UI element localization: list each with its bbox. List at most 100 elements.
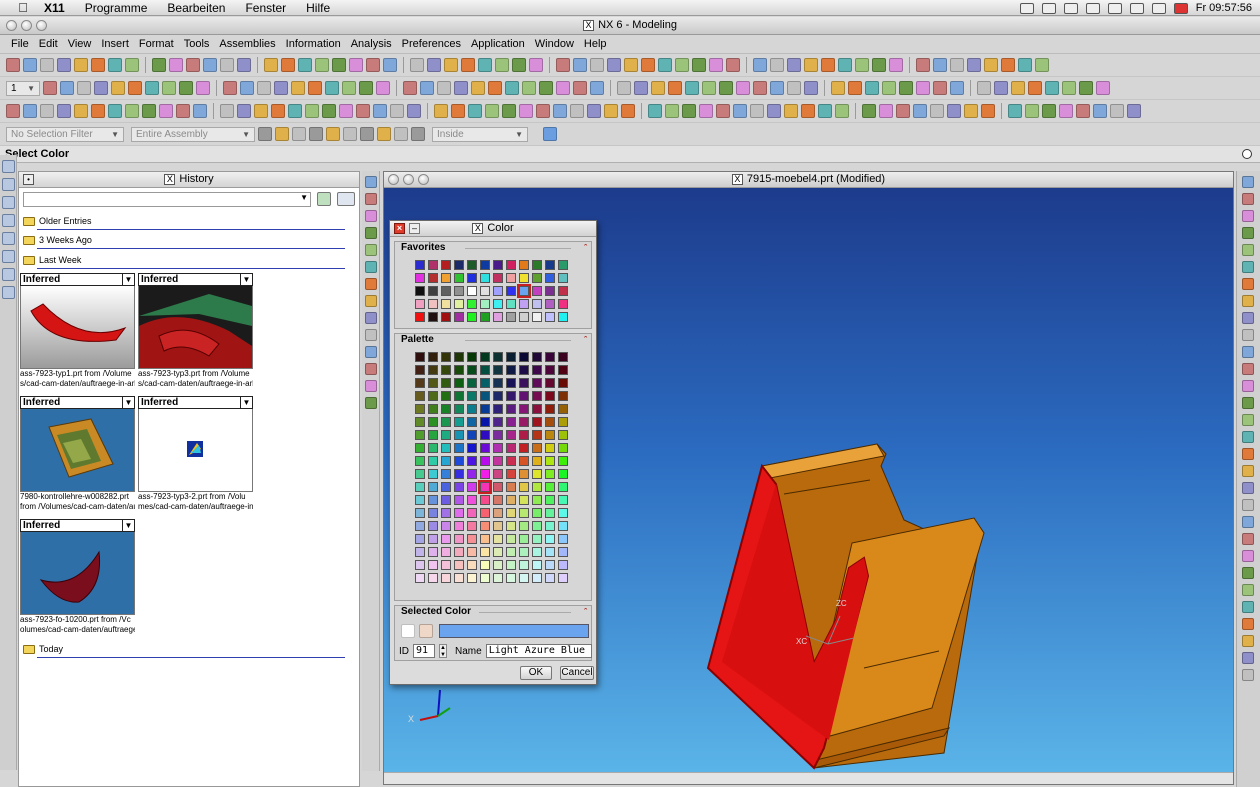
zoom-window-button[interactable] bbox=[36, 20, 47, 31]
favorite-color-swatch[interactable] bbox=[415, 273, 425, 283]
toolbar-button-icon[interactable] bbox=[1127, 104, 1141, 118]
toolbar-button-icon[interactable] bbox=[512, 58, 526, 72]
toolbar-button-icon[interactable] bbox=[186, 58, 200, 72]
palette-color-swatch[interactable] bbox=[519, 456, 529, 466]
toolbar-button-icon[interactable] bbox=[376, 81, 390, 95]
palette-color-swatch[interactable] bbox=[545, 352, 555, 362]
close-graphics-button[interactable] bbox=[388, 174, 399, 185]
toolbar-button-icon[interactable] bbox=[57, 58, 71, 72]
menu-information[interactable]: Information bbox=[281, 38, 346, 50]
palette-color-swatch[interactable] bbox=[480, 495, 490, 505]
toolbar-button-icon[interactable] bbox=[288, 104, 302, 118]
palette-color-swatch[interactable] bbox=[493, 430, 503, 440]
toolbar-button-icon[interactable] bbox=[753, 81, 767, 95]
palette-color-swatch[interactable] bbox=[454, 365, 464, 375]
toolbar-button-icon[interactable] bbox=[1096, 81, 1110, 95]
palette-color-swatch[interactable] bbox=[415, 404, 425, 414]
toolbar-button-icon[interactable] bbox=[74, 58, 88, 72]
toolbar-button-icon[interactable] bbox=[896, 104, 910, 118]
palette-color-swatch[interactable] bbox=[480, 443, 490, 453]
palette-color-swatch[interactable] bbox=[415, 417, 425, 427]
favorite-color-swatch[interactable] bbox=[506, 312, 516, 322]
toolbar-button-icon[interactable] bbox=[587, 104, 601, 118]
toolbar-button-icon[interactable] bbox=[349, 58, 363, 72]
history-item[interactable]: Inferred ▼ ass-7923-fo-10200.prt from /Vc… bbox=[20, 519, 135, 635]
palette-color-swatch[interactable] bbox=[519, 365, 529, 375]
palette-color-swatch[interactable] bbox=[545, 521, 555, 531]
palette-color-swatch[interactable] bbox=[480, 560, 490, 570]
palette-color-swatch[interactable] bbox=[506, 534, 516, 544]
palette-color-swatch[interactable] bbox=[493, 508, 503, 518]
vertical-tool-icon[interactable] bbox=[1242, 329, 1254, 341]
vertical-tool-icon[interactable] bbox=[1242, 448, 1254, 460]
palette-color-swatch[interactable] bbox=[454, 378, 464, 388]
vertical-tool-icon[interactable] bbox=[1242, 516, 1254, 528]
palette-color-swatch[interactable] bbox=[545, 443, 555, 453]
toolbar-button-icon[interactable] bbox=[434, 104, 448, 118]
palette-color-swatch[interactable] bbox=[441, 378, 451, 388]
toolbar-button-icon[interactable] bbox=[977, 81, 991, 95]
vertical-tool-icon[interactable] bbox=[1242, 652, 1254, 664]
palette-color-swatch[interactable] bbox=[506, 378, 516, 388]
close-window-button[interactable] bbox=[6, 20, 17, 31]
palette-color-swatch[interactable] bbox=[506, 469, 516, 479]
palette-color-swatch[interactable] bbox=[545, 547, 555, 557]
palette-color-swatch[interactable] bbox=[441, 534, 451, 544]
palette-color-swatch[interactable] bbox=[493, 456, 503, 466]
palette-color-swatch[interactable] bbox=[519, 443, 529, 453]
toolbar-button-icon[interactable] bbox=[590, 81, 604, 95]
toolbar-button-icon[interactable] bbox=[1028, 81, 1042, 95]
graphics-scrollbar[interactable] bbox=[384, 772, 1233, 784]
toolbar-button-icon[interactable] bbox=[1042, 104, 1056, 118]
toolbar-button-icon[interactable] bbox=[142, 104, 156, 118]
vertical-tool-icon[interactable] bbox=[365, 210, 377, 222]
toolbar-button-icon[interactable] bbox=[835, 104, 849, 118]
favorite-color-swatch[interactable] bbox=[545, 312, 555, 322]
toolbar-button-icon[interactable] bbox=[125, 58, 139, 72]
toolbar-button-icon[interactable] bbox=[767, 104, 781, 118]
favorite-color-swatch[interactable] bbox=[467, 312, 477, 322]
toolbar-button-icon[interactable] bbox=[91, 58, 105, 72]
palette-color-swatch[interactable] bbox=[480, 573, 490, 583]
palette-color-swatch[interactable] bbox=[519, 391, 529, 401]
id-field[interactable]: 91 bbox=[413, 644, 435, 658]
palette-color-swatch[interactable] bbox=[415, 521, 425, 531]
palette-color-swatch[interactable] bbox=[415, 456, 425, 466]
vertical-tool-icon[interactable] bbox=[1242, 346, 1254, 358]
render-mode-select[interactable]: Inferred ▼ bbox=[20, 273, 135, 286]
toolbar-button-icon[interactable] bbox=[665, 104, 679, 118]
palette-color-swatch[interactable] bbox=[428, 417, 438, 427]
palette-color-swatch[interactable] bbox=[441, 508, 451, 518]
palette-color-swatch[interactable] bbox=[467, 391, 477, 401]
toolbar-button-icon[interactable] bbox=[621, 104, 635, 118]
toolbar-button-icon[interactable] bbox=[437, 81, 451, 95]
palette-color-swatch[interactable] bbox=[480, 365, 490, 375]
toolbar-button-icon[interactable] bbox=[801, 104, 815, 118]
toolbar-button-icon[interactable] bbox=[770, 81, 784, 95]
minimize-icon[interactable]: – bbox=[409, 223, 420, 234]
toolbar-button-icon[interactable] bbox=[617, 81, 631, 95]
toolbar-button-icon[interactable] bbox=[366, 58, 380, 72]
palette-color-swatch[interactable] bbox=[441, 430, 451, 440]
toolbar-button-icon[interactable] bbox=[111, 81, 125, 95]
favorite-color-swatch[interactable] bbox=[454, 299, 464, 309]
palette-color-swatch[interactable] bbox=[519, 430, 529, 440]
toolbar-button-icon[interactable] bbox=[23, 104, 37, 118]
vertical-tool-icon[interactable] bbox=[1242, 635, 1254, 647]
palette-color-swatch[interactable] bbox=[415, 482, 425, 492]
palette-color-swatch[interactable] bbox=[441, 573, 451, 583]
palette-color-swatch[interactable] bbox=[545, 495, 555, 505]
palette-color-swatch[interactable] bbox=[532, 495, 542, 505]
selection-tool-icon[interactable] bbox=[309, 127, 323, 141]
selection-tool-icon[interactable] bbox=[275, 127, 289, 141]
vertical-tool-icon[interactable] bbox=[1242, 210, 1254, 222]
palette-color-swatch[interactable] bbox=[467, 547, 477, 557]
palette-color-swatch[interactable] bbox=[558, 430, 568, 440]
toolbar-button-icon[interactable] bbox=[848, 81, 862, 95]
favorite-color-swatch[interactable] bbox=[532, 299, 542, 309]
vertical-tool-icon[interactable] bbox=[1242, 499, 1254, 511]
collapse-icon[interactable]: ˆ bbox=[584, 334, 587, 346]
toolbar-button-icon[interactable] bbox=[916, 58, 930, 72]
favorite-color-swatch[interactable] bbox=[441, 260, 451, 270]
inside-select[interactable]: Inside ▼ bbox=[432, 126, 528, 142]
